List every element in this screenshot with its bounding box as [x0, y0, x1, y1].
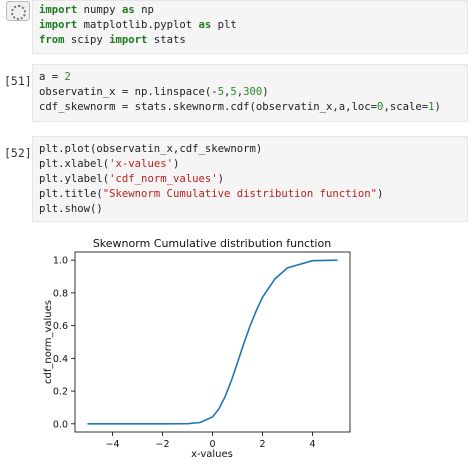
x-tick-label: −4 [105, 439, 119, 450]
code-cell-52[interactable]: [52] plt.plot(observatin_x,cdf_skewnorm)… [0, 136, 474, 222]
x-tick-label: 4 [309, 439, 315, 450]
code-line-3: from scipy import stats [39, 34, 186, 46]
y-tick-label: 0.6 [53, 321, 68, 332]
code-line-5: plt.show() [39, 203, 103, 215]
y-tick-label: 0.8 [53, 288, 68, 299]
code-editor[interactable]: a = 2 observatin_x = np.linspace(-5,5,30… [32, 64, 468, 122]
y-tick-label: 0.4 [53, 354, 68, 365]
code-editor[interactable]: import numpy as np import matplotlib.pyp… [32, 0, 468, 54]
code-line-2: observatin_x = np.linspace(-5,5,300) [39, 86, 269, 98]
code-line-2: import matplotlib.pyplot as plt [39, 19, 237, 31]
plot-frame [74, 251, 351, 433]
code-line-2: plt.xlabel('x-values') [39, 158, 180, 170]
code-line-3: cdf_skewnorm = stats.skewnorm.cdf(observ… [39, 101, 441, 113]
code-line-1: a = 2 [39, 71, 71, 83]
execution-count: [52] [4, 146, 32, 160]
y-tick-label: 1.0 [53, 256, 68, 267]
y-tick-label: 0.2 [53, 387, 68, 398]
x-axis: −4 −2 0 2 4 [105, 432, 316, 450]
x-tick-label: −2 [155, 439, 169, 450]
x-tick-label: 2 [259, 439, 265, 450]
y-tick-label: 0.0 [53, 419, 68, 430]
chart-title: Skewnorm Cumulative distribution functio… [93, 237, 331, 250]
run-cell-icon[interactable] [6, 1, 30, 21]
execution-count: [51] [4, 74, 32, 88]
cdf-line [87, 259, 338, 425]
code-cell-imports[interactable]: import numpy as np import matplotlib.pyp… [0, 0, 474, 54]
code-cell-51[interactable]: [51] a = 2 observatin_x = np.linspace(-5… [0, 64, 474, 122]
code-line-4: plt.title("Skewnorm Cumulative distribut… [39, 188, 384, 200]
y-axis: 0.0 0.2 0.4 0.6 0.8 1.0 [53, 256, 75, 430]
x-axis-label: x-values [191, 449, 233, 460]
code-editor[interactable]: plt.plot(observatin_x,cdf_skewnorm) plt.… [32, 136, 468, 222]
code-line-1: import numpy as np [39, 4, 154, 16]
cdf-chart: Skewnorm Cumulative distribution functio… [43, 237, 351, 460]
code-line-3: plt.ylabel('cdf_norm_values') [39, 173, 224, 185]
y-axis-label: cdf_norm_values [43, 300, 54, 384]
code-line-1: plt.plot(observatin_x,cdf_skewnorm) [39, 143, 263, 155]
